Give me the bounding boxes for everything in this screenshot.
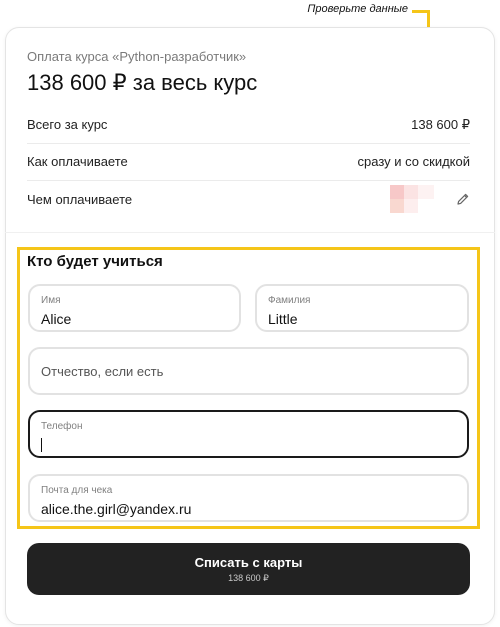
summary-row-label: Чем оплачиваете	[27, 191, 133, 207]
summary-row-value: сразу и со скидкой	[357, 154, 470, 169]
field-label: Имя	[41, 295, 61, 306]
field-label: Фамилия	[268, 295, 311, 306]
student-section-title: Кто будет учиться	[27, 253, 163, 270]
pay-button-amount: 138 600 ₽	[228, 572, 269, 583]
pay-button-label: Списать с карты	[194, 554, 303, 570]
masked-card-thumbnail	[390, 185, 434, 213]
field-placeholder: Отчество, если есть	[41, 363, 164, 379]
callout-label: Проверьте данные	[307, 3, 408, 15]
field-label: Телефон	[41, 421, 83, 432]
pay-button[interactable]: Списать с карты 138 600 ₽	[27, 543, 470, 595]
field-value: alice.the.girl@yandex.ru	[41, 501, 192, 517]
course-label: Оплата курса «Python-разработчик»	[27, 49, 247, 64]
email-field[interactable]: Почта для чека alice.the.girl@yandex.ru	[28, 474, 469, 522]
section-divider	[5, 232, 495, 233]
field-value: Little	[268, 311, 298, 327]
price-headline: 138 600 ₽ за весь курс	[27, 70, 258, 95]
field-label: Почта для чека	[41, 485, 113, 496]
text-cursor	[41, 438, 42, 452]
summary-row-payment-mode: Как оплачиваете сразу и со скидкой	[27, 143, 470, 181]
middle-name-field[interactable]: Отчество, если есть	[28, 347, 469, 395]
first-name-field[interactable]: Имя Alice	[28, 284, 241, 332]
summary-row-label: Всего за курс	[27, 117, 108, 132]
phone-field[interactable]: Телефон	[28, 410, 469, 458]
field-value: Alice	[41, 311, 72, 327]
payment-method-selector[interactable]	[390, 185, 470, 213]
summary-row-total: Всего за курс 138 600 ₽	[27, 106, 470, 144]
summary-row-payment-method: Чем оплачиваете	[27, 180, 470, 218]
summary-row-label: Как оплачиваете	[27, 154, 128, 169]
pencil-icon[interactable]	[456, 192, 470, 206]
summary-row-value: 138 600 ₽	[411, 116, 470, 132]
last-name-field[interactable]: Фамилия Little	[255, 284, 469, 332]
